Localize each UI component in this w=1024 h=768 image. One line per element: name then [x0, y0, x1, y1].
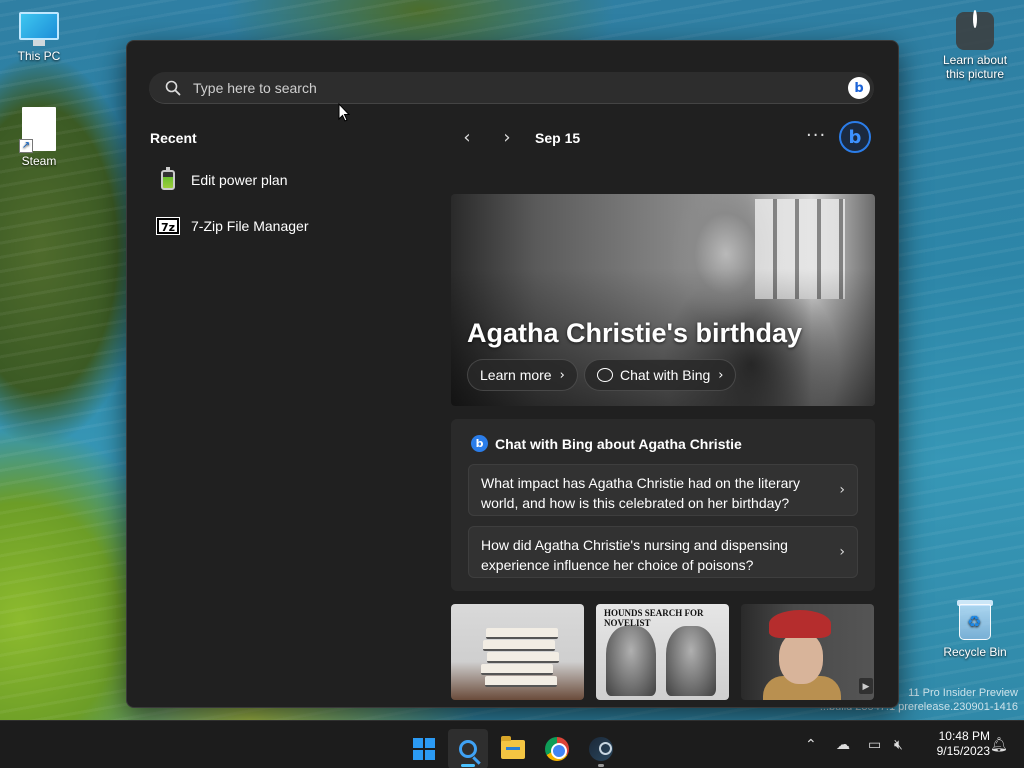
search-box[interactable]: Type here to search b	[149, 72, 874, 104]
taskbar-chrome[interactable]	[537, 729, 577, 768]
search-icon	[459, 740, 477, 758]
desktop-icon-learn-about-picture[interactable]: Learn about this picture	[940, 10, 1010, 81]
chevron-left-icon[interactable]: ‹	[459, 129, 475, 147]
hero-card[interactable]: Agatha Christie's birthday Learn more › …	[451, 194, 875, 406]
clock-time: 10:48 PM	[938, 729, 990, 743]
desktop-icon-label: This PC	[17, 49, 61, 63]
recent-item-label: Edit power plan	[191, 172, 288, 188]
thumbnail-newspaper[interactable]: HOUNDS SEARCH FOR NOVELIST	[596, 604, 729, 700]
question-text: What impact has Agatha Christie had on t…	[481, 475, 801, 511]
taskbar: ⌃ ☁ ▭ 🔇︎ 10:48 PM 9/15/2023 🔔︎	[0, 720, 1024, 768]
shortcut-file-icon: ↗	[19, 107, 56, 153]
camera-info-icon	[956, 10, 994, 50]
chevron-right-icon[interactable]: ›	[499, 129, 515, 147]
chevron-up-icon[interactable]: ⌃	[805, 721, 817, 768]
start-button[interactable]	[404, 729, 444, 768]
thumbnail-portrait[interactable]	[741, 604, 874, 700]
volume-muted-icon[interactable]: 🔇︎	[894, 721, 903, 768]
question-text: How did Agatha Christie's nursing and di…	[481, 537, 788, 573]
learn-more-button[interactable]: Learn more ›	[467, 359, 578, 391]
chat-card-header: b Chat with Bing about Agatha Christie	[471, 435, 742, 452]
search-input[interactable]: Type here to search	[193, 80, 317, 96]
taskbar-steam[interactable]	[581, 729, 621, 768]
chrome-icon	[545, 737, 569, 761]
onedrive-cloud-icon[interactable]: ☁	[836, 721, 850, 768]
folder-icon	[501, 735, 525, 759]
system-clock[interactable]: 10:48 PM 9/15/2023	[918, 729, 990, 759]
chevron-right-icon: ›	[718, 367, 724, 383]
chevron-right-icon: ›	[559, 367, 565, 383]
recent-heading: Recent	[150, 130, 197, 146]
search-icon	[165, 80, 181, 96]
mouse-cursor-icon	[338, 103, 350, 122]
bing-icon[interactable]: b	[839, 121, 871, 153]
suggested-question[interactable]: What impact has Agatha Christie had on t…	[468, 464, 858, 516]
recent-item-edit-power-plan[interactable]: Edit power plan	[157, 165, 288, 195]
desktop-icon-steam[interactable]: ↗ Steam	[7, 107, 71, 168]
desktop-icon-label: Steam	[21, 154, 57, 168]
chat-with-bing-label: Chat with Bing	[620, 367, 711, 383]
suggested-question[interactable]: How did Agatha Christie's nursing and di…	[468, 526, 858, 578]
notification-bell-icon[interactable]: 🔔︎	[990, 721, 1008, 768]
taskbar-file-explorer[interactable]	[493, 729, 533, 768]
recent-item-7zip[interactable]: 7z 7-Zip File Manager	[156, 211, 309, 241]
newspaper-headline: HOUNDS SEARCH FOR NOVELIST	[604, 608, 704, 628]
desktop-icon-recycle-bin[interactable]: ♻ Recycle Bin	[942, 598, 1008, 659]
highlight-date: Sep 15	[535, 130, 581, 146]
clock-date: 9/15/2023	[936, 744, 990, 758]
chat-with-bing-card: b Chat with Bing about Agatha Christie W…	[451, 419, 875, 591]
chat-with-bing-button[interactable]: Chat with Bing ›	[584, 359, 737, 391]
more-options-icon[interactable]: ···	[806, 125, 826, 146]
windows-logo-icon	[413, 738, 435, 760]
steam-icon	[589, 737, 613, 761]
scroll-right-icon[interactable]: ▶	[859, 678, 873, 694]
network-icon[interactable]: ▭	[868, 721, 881, 768]
recent-item-label: 7-Zip File Manager	[191, 218, 309, 234]
learn-more-label: Learn more	[480, 367, 552, 383]
recycle-bin-icon: ♻	[955, 598, 995, 642]
chevron-right-icon: ›	[839, 544, 845, 560]
taskbar-search-button[interactable]	[448, 729, 488, 768]
chevron-right-icon: ›	[839, 482, 845, 498]
search-panel: Type here to search b Recent Edit power …	[126, 40, 899, 708]
bing-icon: b	[471, 435, 488, 452]
hero-title: Agatha Christie's birthday	[467, 318, 802, 348]
bing-chat-icon[interactable]: b	[848, 77, 870, 99]
7zip-icon: 7z	[156, 215, 180, 237]
desktop-icon-label: Recycle Bin	[943, 645, 1007, 659]
chat-bubble-icon	[597, 368, 613, 382]
desktop-icon-label: Learn about this picture	[942, 53, 1008, 81]
battery-icon	[157, 167, 179, 191]
chat-card-title: Chat with Bing about Agatha Christie	[495, 435, 742, 452]
computer-icon	[19, 12, 59, 46]
thumbnail-books[interactable]	[451, 604, 584, 700]
desktop-icon-this-pc[interactable]: This PC	[7, 12, 71, 63]
